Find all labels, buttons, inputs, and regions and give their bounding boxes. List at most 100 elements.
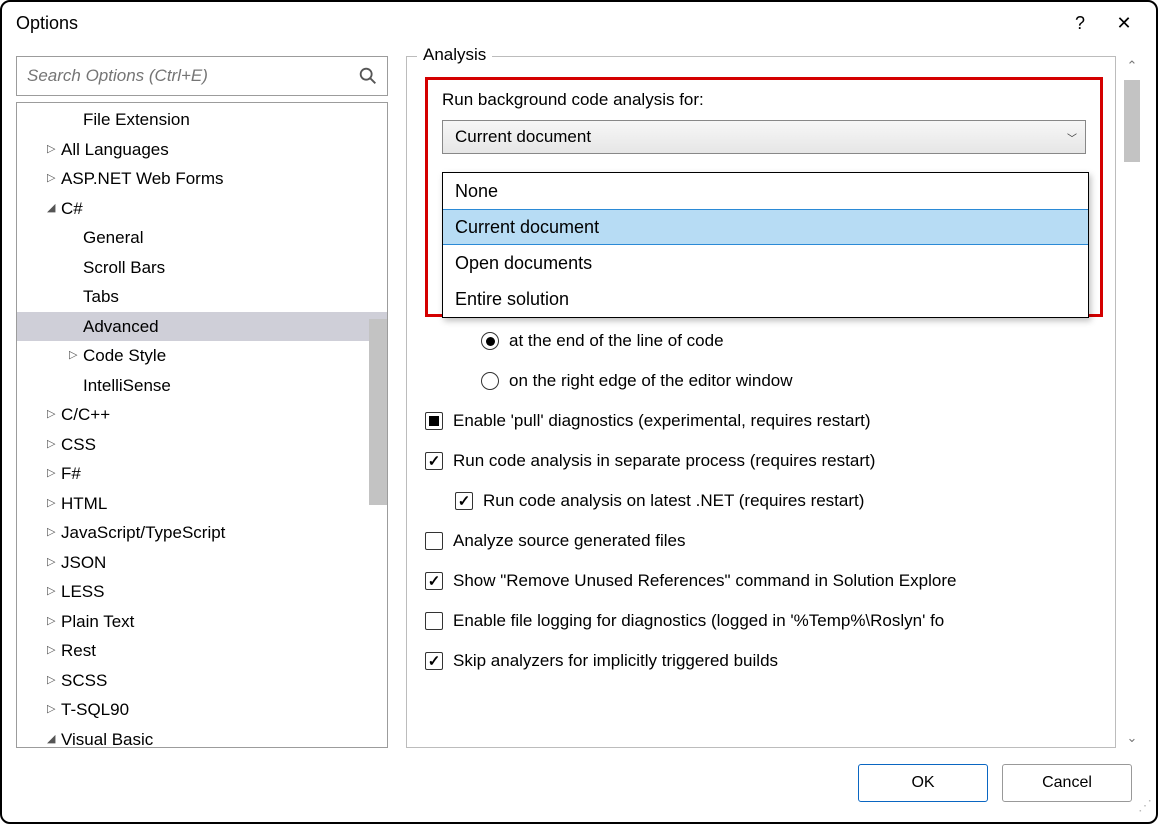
cancel-button[interactable]: Cancel: [1002, 764, 1132, 802]
tree-item[interactable]: ▷All Languages: [17, 135, 387, 165]
tree-scrollbar-thumb[interactable]: [369, 319, 387, 505]
tree-item[interactable]: ▷SCSS: [17, 666, 387, 696]
chevron-expanded-icon: ◢: [47, 725, 61, 749]
chevron-collapsed-icon: ▷: [47, 577, 61, 607]
tree-item-label: Code Style: [83, 341, 166, 371]
tree-item[interactable]: ▷HTML: [17, 489, 387, 519]
radio-end-of-line[interactable]: at the end of the line of code: [425, 321, 1103, 361]
search-input-wrap[interactable]: [16, 56, 388, 96]
chevron-collapsed-icon: ▷: [47, 135, 61, 165]
tree-item-label: C#: [61, 194, 83, 224]
chevron-collapsed-icon: ▷: [47, 607, 61, 637]
ok-button[interactable]: OK: [858, 764, 988, 802]
tree-item-label: LESS: [61, 577, 104, 607]
checkbox-icon: [425, 532, 443, 550]
radio-icon: [481, 332, 499, 350]
tree-item-label: CSS: [61, 430, 96, 460]
analysis-group: Analysis Run background code analysis fo…: [406, 56, 1116, 748]
chevron-collapsed-icon: ▷: [47, 636, 61, 666]
chevron-collapsed-icon: ▷: [47, 459, 61, 489]
checkbox-icon: [425, 452, 443, 470]
checkbox-icon: [455, 492, 473, 510]
tree-item-label: T-SQL90: [61, 695, 129, 725]
tree-item[interactable]: Tabs: [17, 282, 387, 312]
dropdown-option[interactable]: Current document: [443, 209, 1088, 245]
close-button[interactable]: ✕: [1102, 7, 1146, 39]
bg-analysis-label: Run background code analysis for:: [442, 90, 1086, 110]
highlight-box: Run background code analysis for: Curren…: [425, 77, 1103, 317]
tree-item[interactable]: ▷CSS: [17, 430, 387, 460]
chevron-collapsed-icon: ▷: [47, 164, 61, 194]
chevron-collapsed-icon: ▷: [47, 666, 61, 696]
dropdown-option[interactable]: Open documents: [443, 245, 1088, 281]
chevron-down-icon: ﹀: [1067, 130, 1077, 145]
checkbox-icon: [425, 572, 443, 590]
tree-item[interactable]: ▷Code Style: [17, 341, 387, 371]
radio-right-edge[interactable]: on the right edge of the editor window: [425, 361, 1103, 401]
tree-item[interactable]: ▷Plain Text: [17, 607, 387, 637]
checkbox-icon: [425, 612, 443, 630]
dropdown-option[interactable]: Entire solution: [443, 281, 1088, 317]
chk-separate-process[interactable]: Run code analysis in separate process (r…: [425, 441, 1103, 481]
chevron-collapsed-icon: ▷: [69, 341, 83, 371]
tree-item[interactable]: ▷C/C++: [17, 400, 387, 430]
tree-item-label: JavaScript/TypeScript: [61, 518, 225, 548]
tree-item[interactable]: File Extension: [17, 105, 387, 135]
tree-item[interactable]: General: [17, 223, 387, 253]
tree-item[interactable]: Scroll Bars: [17, 253, 387, 283]
chk-unused-references[interactable]: Show "Remove Unused References" command …: [425, 561, 1103, 601]
tree-item-label: General: [83, 223, 143, 253]
bg-analysis-dropdown[interactable]: NoneCurrent documentOpen documentsEntire…: [442, 172, 1089, 318]
options-dialog: Options ? ✕ File Extension▷All Languages…: [0, 0, 1158, 824]
tree-item[interactable]: ◢C#: [17, 194, 387, 224]
tree-item[interactable]: ▷ASP.NET Web Forms: [17, 164, 387, 194]
checkbox-icon: [425, 412, 443, 430]
window-title: Options: [16, 13, 1058, 34]
tree-item-label: C/C++: [61, 400, 110, 430]
chk-pull-diagnostics[interactable]: Enable 'pull' diagnostics (experimental,…: [425, 401, 1103, 441]
help-button[interactable]: ?: [1058, 7, 1102, 39]
tree-item[interactable]: ◢Visual Basic: [17, 725, 387, 749]
tree-item-label: IntelliSense: [83, 371, 171, 401]
bg-analysis-combo[interactable]: Current document ﹀: [442, 120, 1086, 154]
bg-analysis-combo-value: Current document: [455, 127, 591, 147]
tree-item-label: JSON: [61, 548, 106, 578]
tree-item-label: F#: [61, 459, 81, 489]
resize-grip-icon[interactable]: ⋰: [1136, 802, 1152, 818]
chevron-collapsed-icon: ▷: [47, 489, 61, 519]
tree-item-label: Advanced: [83, 312, 159, 342]
search-input[interactable]: [25, 65, 357, 87]
dropdown-option[interactable]: None: [443, 173, 1088, 209]
chk-skip-analyzers[interactable]: Skip analyzers for implicitly triggered …: [425, 641, 1103, 681]
tree-item-label: All Languages: [61, 135, 169, 165]
tree-item[interactable]: ▷T-SQL90: [17, 695, 387, 725]
tree-item[interactable]: Advanced: [17, 312, 387, 342]
chk-latest-net[interactable]: Run code analysis on latest .NET (requir…: [425, 481, 1103, 521]
chk-source-generated[interactable]: Analyze source generated files: [425, 521, 1103, 561]
options-tree[interactable]: File Extension▷All Languages▷ASP.NET Web…: [16, 102, 388, 748]
scroll-up-icon[interactable]: ⌃: [1124, 58, 1140, 74]
tree-item[interactable]: ▷LESS: [17, 577, 387, 607]
analysis-group-title: Analysis: [417, 45, 492, 65]
titlebar: Options ? ✕: [2, 2, 1156, 46]
tree-item[interactable]: IntelliSense: [17, 371, 387, 401]
tree-item[interactable]: ▷Rest: [17, 636, 387, 666]
tree-item[interactable]: ▷JSON: [17, 548, 387, 578]
chevron-collapsed-icon: ▷: [47, 695, 61, 725]
tree-item-label: HTML: [61, 489, 107, 519]
tree-item-label: Scroll Bars: [83, 253, 165, 283]
search-icon: [357, 65, 379, 87]
tree-item[interactable]: ▷JavaScript/TypeScript: [17, 518, 387, 548]
tree-item[interactable]: ▷F#: [17, 459, 387, 489]
tree-item-label: File Extension: [83, 105, 190, 135]
content-scrollbar[interactable]: ⌃ ⌄: [1122, 56, 1142, 748]
scrollbar-thumb[interactable]: [1124, 80, 1140, 162]
tree-item-label: SCSS: [61, 666, 107, 696]
chk-file-logging[interactable]: Enable file logging for diagnostics (log…: [425, 601, 1103, 641]
tree-item-label: ASP.NET Web Forms: [61, 164, 224, 194]
radio-icon: [481, 372, 499, 390]
checkbox-icon: [425, 652, 443, 670]
tree-item-label: Plain Text: [61, 607, 134, 637]
chevron-collapsed-icon: ▷: [47, 400, 61, 430]
scroll-down-icon[interactable]: ⌄: [1124, 730, 1140, 746]
